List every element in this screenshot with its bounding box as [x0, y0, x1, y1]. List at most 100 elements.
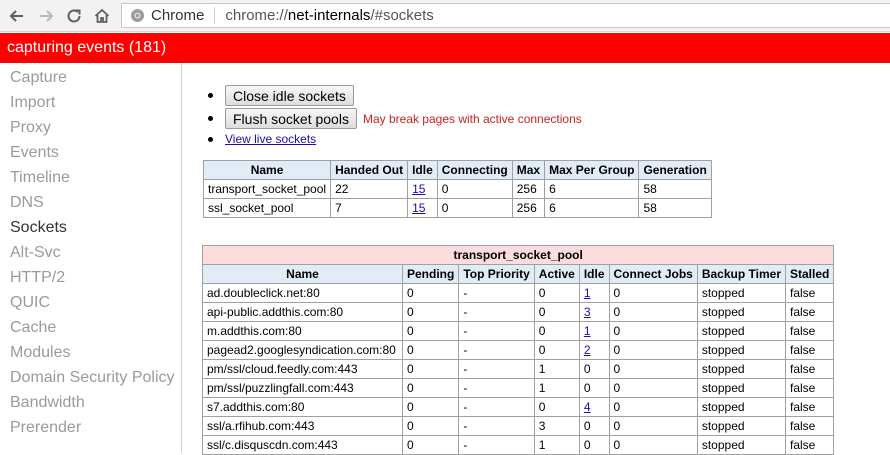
- sidebar-item-events[interactable]: Events: [10, 144, 59, 162]
- flush-socket-pools-button[interactable]: Flush socket pools: [225, 108, 357, 129]
- cell: -: [458, 302, 535, 322]
- sidebar-item-cache[interactable]: Cache: [10, 319, 56, 337]
- cell: false: [784, 359, 835, 379]
- url-path: /#sockets: [370, 7, 434, 24]
- cell: 6: [544, 179, 640, 199]
- table-row: ssl_socket_pool 7 15 0 256 6 58: [202, 198, 712, 218]
- idle-count-link[interactable]: 15: [412, 201, 425, 215]
- cell: stopped: [696, 321, 787, 341]
- table-row: ssl/a.rfihub.com:443 0-3 0 0 stopped false: [202, 416, 835, 436]
- cell: 0: [401, 359, 460, 379]
- cell: pagead2.googlesyndication.com:80: [202, 340, 403, 360]
- browser-toolbar: Chrome chrome://net-internals/#sockets: [0, 0, 890, 32]
- cell: 0: [608, 378, 698, 398]
- sidebar-item-dns[interactable]: DNS: [10, 194, 44, 212]
- column-header: Max Per Group: [544, 160, 640, 180]
- cell: 0: [401, 321, 460, 341]
- sidebar-item-modules[interactable]: Modules: [10, 344, 70, 362]
- table-row: transport_socket_pool 22 15 0 256 6 58: [202, 179, 712, 199]
- column-header: Connect Jobs: [608, 264, 698, 284]
- chrome-badge: Chrome: [122, 4, 214, 27]
- reload-button[interactable]: [62, 4, 86, 28]
- back-button[interactable]: [5, 4, 29, 28]
- cell: 4: [578, 397, 610, 417]
- cell: stopped: [696, 359, 787, 379]
- capture-status-text: capturing events (181): [7, 39, 167, 56]
- cell: false: [784, 416, 835, 436]
- table-row: pagead2.googlesyndication.com:80 0-0 2 0 sto…: [202, 340, 835, 360]
- cell: 0: [401, 302, 460, 322]
- column-header: Name: [202, 160, 332, 180]
- cell: false: [784, 283, 835, 303]
- table-row: s7.addthis.com:80 0-0 4 0 stopped false: [202, 397, 835, 417]
- cell: false: [784, 340, 835, 360]
- cell: 0: [436, 179, 513, 199]
- table-row: ad.doubleclick.net:80 0-0 1 0 stopped false: [202, 283, 835, 303]
- sidebar-item-alt-svc[interactable]: Alt-Svc: [10, 244, 61, 262]
- cell: ssl_socket_pool: [202, 198, 332, 218]
- cell: 15: [407, 179, 438, 199]
- cell: stopped: [696, 378, 787, 398]
- close-idle-row: Close idle sockets: [208, 85, 354, 106]
- bullet: [208, 93, 213, 98]
- table-row: m.addthis.com:80 0-0 1 0 stopped false: [202, 321, 835, 341]
- home-button[interactable]: [90, 4, 114, 28]
- cell: 1: [533, 435, 580, 455]
- cell: 0: [401, 340, 460, 360]
- cell: 0: [608, 321, 698, 341]
- home-icon: [94, 8, 110, 23]
- idle-count-link[interactable]: 2: [584, 343, 591, 357]
- sidebar-item-capture[interactable]: Capture: [10, 69, 67, 87]
- cell: 1: [578, 283, 610, 303]
- transport-socket-pool-table: transport_socket_pool Name Pending Top P…: [201, 245, 835, 455]
- sidebar-item-timeline[interactable]: Timeline: [10, 169, 70, 187]
- cell: 0: [401, 397, 460, 417]
- cell: false: [784, 302, 835, 322]
- column-header: Idle: [407, 160, 438, 180]
- cell: 0: [608, 283, 698, 303]
- cell: 0: [533, 397, 580, 417]
- table-row: api-public.addthis.com:80 0-0 3 0 stopped fal…: [202, 302, 835, 322]
- cell: 58: [638, 198, 712, 218]
- cell: api-public.addthis.com:80: [202, 302, 403, 322]
- idle-count-link[interactable]: 4: [584, 400, 591, 414]
- idle-count-link[interactable]: 3: [584, 305, 591, 319]
- cell: -: [458, 283, 535, 303]
- cell: -: [458, 416, 535, 436]
- cell: 0: [608, 416, 698, 436]
- idle-count-link[interactable]: 15: [412, 182, 425, 196]
- capture-status-bar: capturing events (181): [0, 33, 890, 63]
- sidebar-item-proxy[interactable]: Proxy: [10, 119, 51, 137]
- cell: -: [458, 397, 535, 417]
- forward-button[interactable]: [34, 4, 58, 28]
- sidebar-item-sockets[interactable]: Sockets: [10, 219, 67, 237]
- idle-count-link[interactable]: 1: [584, 286, 591, 300]
- view-live-row: View live sockets: [208, 132, 316, 146]
- cell: 0: [533, 283, 580, 303]
- cell: stopped: [696, 416, 787, 436]
- cell: 0: [436, 198, 513, 218]
- sidebar-item-bandwidth[interactable]: Bandwidth: [10, 394, 85, 412]
- cell: 3: [533, 416, 580, 436]
- column-header: Top Priority: [458, 264, 535, 284]
- cell: 0: [608, 359, 698, 379]
- table-header-row: Name Handed Out Idle Connecting Max Max …: [202, 160, 712, 180]
- cell: 3: [578, 302, 610, 322]
- sidebar-item-http2[interactable]: HTTP/2: [10, 269, 65, 287]
- sidebar-item-quic[interactable]: QUIC: [10, 294, 50, 312]
- cell: -: [458, 340, 535, 360]
- cell: pm/ssl/puzzlingfall.com:443: [202, 378, 403, 398]
- cell: 7: [330, 198, 409, 218]
- url-text[interactable]: chrome://net-internals/#sockets: [225, 7, 433, 24]
- sidebar-item-domain-security-policy[interactable]: Domain Security Policy: [10, 369, 175, 387]
- sidebar-item-import[interactable]: Import: [10, 94, 55, 112]
- cell: 58: [638, 179, 712, 199]
- column-header: Name: [202, 264, 403, 284]
- table-row: ssl/c.disquscdn.com:443 0-1 0 0 stopped false: [202, 435, 835, 455]
- close-idle-sockets-button[interactable]: Close idle sockets: [225, 85, 354, 106]
- address-bar[interactable]: Chrome chrome://net-internals/#sockets: [121, 3, 890, 28]
- idle-count-link[interactable]: 1: [584, 324, 591, 338]
- sidebar: Capture Import Proxy Events Timeline DNS…: [0, 63, 182, 453]
- sidebar-item-prerender[interactable]: Prerender: [10, 419, 81, 437]
- view-live-sockets-link[interactable]: View live sockets: [225, 132, 316, 146]
